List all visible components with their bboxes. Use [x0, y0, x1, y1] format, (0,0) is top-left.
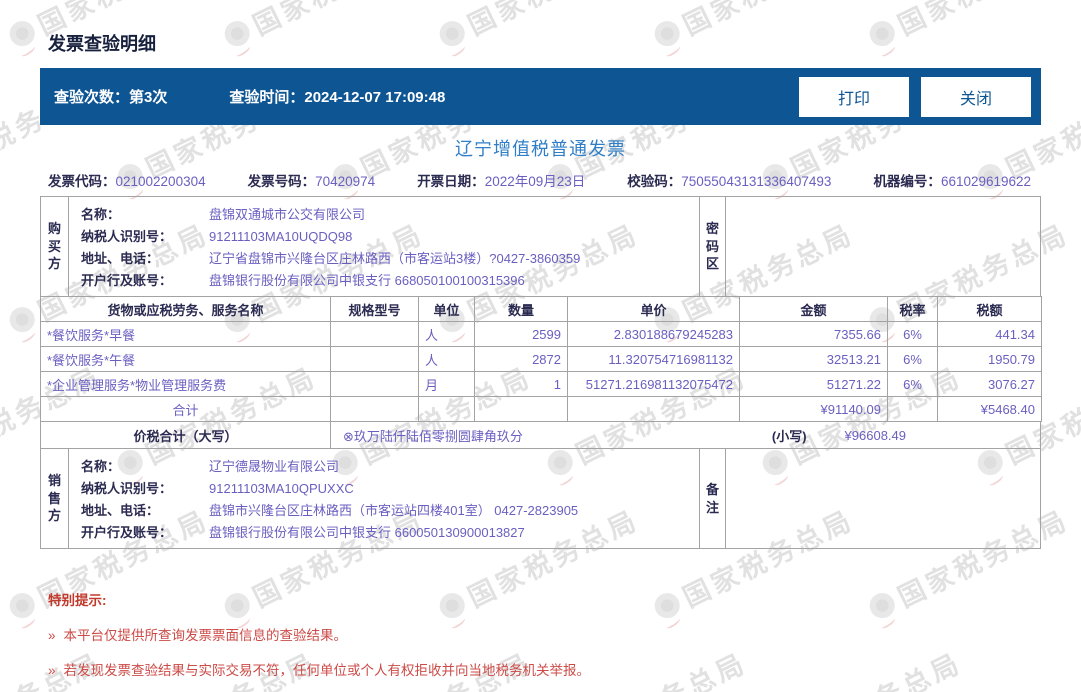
print-button[interactable]: 打印	[799, 76, 909, 117]
items-header-row: 货物或应税劳务、服务名称 规格型号 单位 数量 单价 金额 税率 税额	[40, 296, 1042, 322]
col-name: 货物或应税劳务、服务名称	[40, 296, 331, 322]
col-spec: 规格型号	[330, 296, 419, 322]
col-unit: 单位	[418, 296, 475, 322]
special-notice: 特别提示: » 本平台仅提供所查询发票票面信息的查验结果。 » 若发现发票查验结果与…	[40, 589, 1041, 679]
machine-number: 机器编号：661029619622	[873, 174, 1032, 189]
buyer-bank-row: 开户行及账号： 盘锦银行股份有限公司中银支行 668050100100315396	[81, 273, 525, 289]
notice-line-1: » 本平台仅提供所查询发票票面信息的查验结果。	[48, 628, 348, 643]
toolbar-buttons: 打印 关闭	[799, 76, 1031, 117]
col-rate: 税率	[887, 296, 938, 322]
buyer-name-row: 名称： 盘锦双通城市公交有限公司	[81, 206, 366, 222]
check-code: 校验码：75055043131336407493	[627, 174, 832, 189]
arrow-icon: »	[48, 663, 56, 678]
seller-address-row: 地址、电话： 盘锦市兴隆台区庄林路西（市客运站四楼401室） 0427-28239…	[81, 503, 579, 519]
check-time: 查验时间：2024-12-07 17:09:48	[229, 86, 445, 107]
check-time-label: 查验时间：	[229, 89, 305, 106]
item-row: *餐饮服务*早餐 人 2599 2.830188679245283 7355.6…	[40, 321, 1042, 347]
check-count-label: 查验次数：	[54, 89, 130, 106]
buyer-taxid-row: 纳税人识别号： 91211103MA10UQDQ98	[81, 228, 353, 244]
password-area	[726, 197, 1040, 296]
page-title: 发票查验明细	[48, 34, 156, 54]
item-row: *餐饮服务*午餐 人 2872 11.320754716981132 32513…	[40, 346, 1042, 372]
col-qty: 数量	[474, 296, 568, 322]
invoice-body: 购买方 名称： 盘锦双通城市公交有限公司 纳税人识别号： 91211103MA10U…	[40, 196, 1042, 549]
subtotal-label: 合计	[40, 396, 331, 422]
buyer-section: 购买方 名称： 盘锦双通城市公交有限公司 纳税人识别号： 91211103MA10U…	[40, 196, 1041, 297]
subtotal-row: 合计 ¥91140.09 ¥5468.40	[40, 396, 1042, 422]
amount-in-words: ⊗玖万陆仟陆佰零捌圆肆角玖分	[343, 428, 523, 444]
remarks-label: 备注	[700, 449, 726, 548]
check-time-value: 2024-12-07 17:09:48	[304, 89, 446, 106]
toolbar: 查验次数：第3次 查验时间：2024-12-07 17:09:48 打印 关闭	[40, 68, 1041, 125]
invoice-code: 发票代码：021002200304	[48, 174, 206, 189]
col-price: 单价	[567, 296, 740, 322]
remarks-area	[726, 449, 1040, 548]
amount-numeric-value: ¥96608.49	[844, 427, 906, 443]
item-row: *企业管理服务*物业管理服务费 月 1 51271.21698113207547…	[40, 371, 1042, 397]
seller-side-label: 销售方	[41, 449, 69, 548]
invoice-check-page: 发票查验明细 查验次数：第3次 查验时间：2024-12-07 17:09:48…	[0, 0, 1081, 679]
check-count: 查验次数：第3次	[54, 86, 167, 107]
amount-numeric-label: (小写)	[771, 428, 807, 444]
grand-total-values: ⊗玖万陆仟陆佰零捌圆肆角玖分 (小写) ¥96608.49	[331, 426, 1041, 445]
invoice-title: 辽宁增值税普通发票	[455, 139, 626, 159]
col-tax: 税额	[937, 296, 1042, 322]
seller-name-row: 名称： 辽宁德晟物业有限公司	[81, 458, 340, 474]
seller-content: 名称： 辽宁德晟物业有限公司 纳税人识别号： 91211103MA10QPUXXC …	[69, 449, 700, 548]
close-button[interactable]: 关闭	[921, 76, 1031, 117]
subtotal-amount: ¥91140.09	[739, 396, 888, 422]
buyer-address-row: 地址、电话： 辽宁省盘锦市兴隆台区庄林路西（市客运站3楼）?0427-386035…	[81, 251, 581, 267]
notice-title: 特别提示:	[48, 593, 107, 608]
invoice-date: 开票日期：2022年09月23日	[417, 174, 586, 189]
arrow-icon: »	[48, 628, 56, 643]
grand-total-row: 价税合计（大写） ⊗玖万陆仟陆佰零捌圆肆角玖分 (小写) ¥96608.49	[40, 421, 1041, 449]
buyer-content: 名称： 盘锦双通城市公交有限公司 纳税人识别号： 91211103MA10UQDQ9…	[69, 197, 700, 296]
password-area-label: 密码区	[700, 197, 726, 296]
grand-total-label: 价税合计（大写）	[41, 422, 331, 448]
seller-taxid-row: 纳税人识别号： 91211103MA10QPUXXC	[81, 480, 354, 496]
check-count-value: 第3次	[129, 89, 168, 106]
buyer-side-label: 购买方	[41, 197, 69, 296]
seller-section: 销售方 名称： 辽宁德晟物业有限公司 纳税人识别号： 91211103MA10QPU…	[40, 448, 1041, 549]
notice-line-2: » 若发现发票查验结果与实际交易不符，任何单位或个人有权拒收并向当地税务机关举报。	[48, 663, 591, 678]
col-amount: 金额	[739, 296, 888, 322]
subtotal-tax: ¥5468.40	[937, 396, 1042, 422]
invoice-number: 发票号码：70420974	[247, 174, 376, 189]
invoice-header-fields: 发票代码：021002200304 发票号码：70420974 开票日期：202…	[40, 170, 1041, 190]
items-table: 货物或应税劳务、服务名称 规格型号 单位 数量 单价 金额 税率 税额 *餐饮服…	[40, 296, 1042, 422]
seller-bank-row: 开户行及账号： 盘锦银行股份有限公司中银支行 660050130900013827	[81, 525, 525, 541]
